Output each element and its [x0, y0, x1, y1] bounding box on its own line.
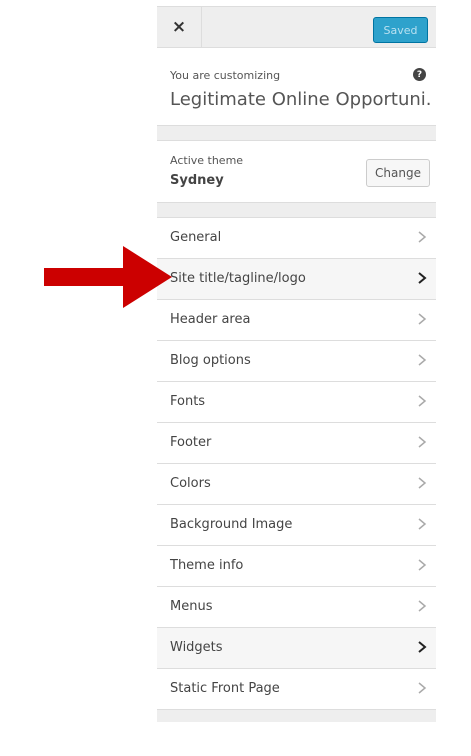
red-arrow-annotation: [44, 246, 172, 308]
menu-item-label: Background Image: [170, 517, 293, 532]
menu-item-fonts[interactable]: Fonts: [157, 382, 436, 423]
chevron-right-icon: [414, 268, 430, 288]
customizer-menu: General Site title/tagline/logo Header a…: [157, 217, 436, 710]
active-theme-name: Sydney: [170, 173, 224, 188]
chevron-right-icon: [414, 637, 430, 657]
page: × Saved You are customizing ? Legitimate…: [0, 0, 471, 756]
menu-item-label: Colors: [170, 476, 211, 491]
menu-item-footer[interactable]: Footer: [157, 423, 436, 464]
menu-item-theme-info[interactable]: Theme info: [157, 546, 436, 587]
menu-item-widgets[interactable]: Widgets: [157, 628, 436, 669]
menu-item-label: Static Front Page: [170, 681, 280, 696]
menu-item-label: Widgets: [170, 640, 223, 655]
help-icon[interactable]: ?: [413, 68, 426, 81]
menu-item-label: Site title/tagline/logo: [170, 271, 306, 286]
customizing-label: You are customizing: [170, 69, 281, 82]
menu-item-menus[interactable]: Menus: [157, 587, 436, 628]
change-theme-button[interactable]: Change: [366, 159, 430, 187]
chevron-right-icon: [414, 309, 430, 329]
chevron-right-icon: [414, 391, 430, 411]
close-icon: ×: [171, 17, 187, 37]
chevron-right-icon: [414, 678, 430, 698]
active-theme-label: Active theme: [170, 154, 244, 167]
chevron-right-icon: [414, 473, 430, 493]
menu-item-label: General: [170, 230, 222, 245]
menu-item-site-title[interactable]: Site title/tagline/logo: [157, 259, 436, 300]
menu-item-static-front-page[interactable]: Static Front Page: [157, 669, 436, 710]
menu-item-label: Menus: [170, 599, 213, 614]
menu-item-colors[interactable]: Colors: [157, 464, 436, 505]
active-theme-section: Active theme Sydney Change: [157, 140, 436, 203]
chevron-right-icon: [414, 596, 430, 616]
customizer-panel: × Saved You are customizing ? Legitimate…: [157, 6, 436, 722]
chevron-right-icon: [414, 350, 430, 370]
menu-item-blog-options[interactable]: Blog options: [157, 341, 436, 382]
site-title: Legitimate Online Opportuni...: [170, 89, 430, 110]
menu-item-general[interactable]: General: [157, 218, 436, 259]
chevron-right-icon: [414, 514, 430, 534]
menu-item-label: Blog options: [170, 353, 251, 368]
menu-item-background-image[interactable]: Background Image: [157, 505, 436, 546]
chevron-right-icon: [414, 432, 430, 452]
menu-item-header-area[interactable]: Header area: [157, 300, 436, 341]
menu-item-label: Theme info: [170, 558, 244, 573]
customizing-info: You are customizing ? Legitimate Online …: [157, 48, 436, 126]
menu-item-label: Header area: [170, 312, 251, 327]
chevron-right-icon: [414, 555, 430, 575]
saved-button[interactable]: Saved: [373, 17, 428, 43]
menu-item-label: Fonts: [170, 394, 206, 409]
customizer-header: × Saved: [157, 7, 436, 48]
chevron-right-icon: [414, 227, 430, 247]
menu-item-label: Footer: [170, 435, 212, 450]
close-button[interactable]: ×: [157, 7, 202, 47]
